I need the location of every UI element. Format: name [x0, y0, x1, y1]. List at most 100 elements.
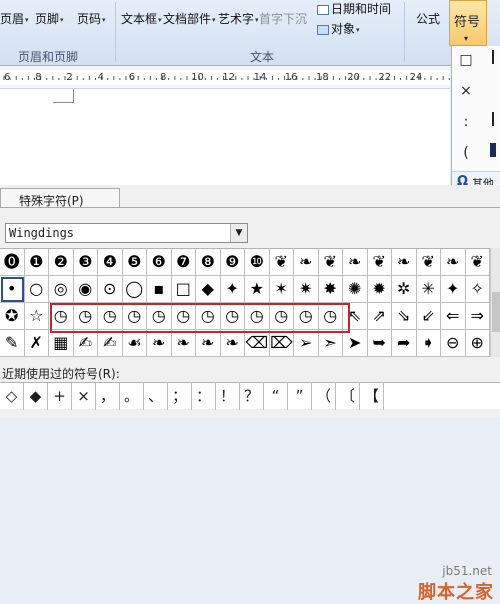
symbol-grid-cell[interactable]: ⊖ [441, 330, 466, 357]
recent-symbol-cell[interactable]: × [72, 383, 96, 410]
symbol-cell[interactable]: : [455, 111, 477, 133]
tab-special-characters[interactable]: 特殊字符(P) [0, 188, 120, 208]
symbol-grid-cell[interactable]: ➧ [416, 330, 441, 357]
recent-symbol-cell[interactable]: ◇ [0, 383, 24, 410]
symbol-grid-cell[interactable]: ❧ [171, 330, 196, 357]
symbol-grid-cell[interactable]: ❦ [367, 249, 392, 276]
recent-symbol-cell[interactable]: ； [168, 383, 192, 410]
recent-symbol-cell[interactable]: （ [312, 383, 336, 410]
horizontal-ruler[interactable]: 6 8 2 4 6 8 10 12 14 16 18 20 22 24 [0, 66, 450, 89]
symbol-grid-cell[interactable]: ◷ [49, 303, 74, 330]
symbol-grid-cell[interactable]: ✦ [220, 276, 245, 303]
recent-symbol-cell[interactable]: “ [264, 383, 288, 410]
symbol-grid-cell[interactable]: ◷ [318, 303, 343, 330]
symbol-grid-cell[interactable]: ◷ [269, 303, 294, 330]
symbol-grid-cell[interactable]: ➣ [318, 330, 343, 357]
symbol-cell[interactable]: ( [455, 142, 477, 164]
document-parts-button[interactable]: 文档部件▾ [163, 10, 216, 27]
symbol-cell[interactable]: □ [455, 49, 477, 71]
recent-symbol-cell[interactable]: ， [96, 383, 120, 410]
symbol-grid-cell[interactable]: ❶ [24, 249, 49, 276]
symbol-grid-cell[interactable]: ✸ [318, 276, 343, 303]
symbol-grid-cell[interactable]: ◷ [73, 303, 98, 330]
symbol-cell[interactable]: × [455, 80, 477, 102]
symbol-cell[interactable] [482, 111, 500, 133]
symbol-grid-cell[interactable]: ✧ [465, 276, 490, 303]
chevron-down-icon[interactable]: ▼ [230, 224, 247, 242]
symbol-grid-cell[interactable]: ❧ [343, 249, 368, 276]
recent-symbol-cell[interactable]: 。 [120, 383, 144, 410]
symbol-grid-cell[interactable]: ✍ [98, 330, 123, 357]
symbol-grid-cell[interactable]: ❾ [220, 249, 245, 276]
symbol-grid-cell[interactable]: ▪ [147, 276, 172, 303]
symbol-grid-cell[interactable]: ✳ [416, 276, 441, 303]
symbol-grid-cell[interactable]: ⊙ [98, 276, 123, 303]
scrollbar-thumb[interactable] [492, 292, 500, 332]
recent-symbol-cell[interactable]: ” [288, 383, 312, 410]
symbol-grid-cell[interactable]: ◎ [49, 276, 74, 303]
symbol-grid-cell[interactable]: ⇖ [343, 303, 368, 330]
symbol-cell[interactable] [482, 142, 500, 164]
symbol-grid-cell[interactable]: □ [171, 276, 196, 303]
symbol-grid-cell[interactable]: ✪ [0, 303, 25, 330]
symbol-grid-cell[interactable]: ❼ [171, 249, 196, 276]
symbol-grid-cell[interactable]: ✲ [392, 276, 417, 303]
header-button[interactable]: 页眉▾ [0, 10, 29, 27]
symbol-grid-cell[interactable]: ❦ [318, 249, 343, 276]
symbol-grid-cell[interactable]: ➦ [392, 330, 417, 357]
symbol-grid-cell[interactable]: ❹ [98, 249, 123, 276]
symbol-grid-cell[interactable]: ✷ [294, 276, 319, 303]
recent-symbol-cell[interactable]: ！ [216, 383, 240, 410]
symbol-grid-cell[interactable]: ☆ [24, 303, 49, 330]
symbol-grid-cell[interactable]: ❺ [122, 249, 147, 276]
symbol-grid-cell[interactable]: ✎ [0, 330, 25, 357]
symbol-grid-cell[interactable]: ✦ [441, 276, 466, 303]
symbol-grid-cell[interactable]: ✹ [367, 276, 392, 303]
date-time-button[interactable]: 日期和时间 [317, 0, 391, 17]
footer-button[interactable]: 页脚▾ [35, 10, 64, 27]
symbol-button[interactable]: 符号 ▾ [449, 0, 487, 46]
symbol-grid-cell[interactable]: ◷ [171, 303, 196, 330]
symbol-grid-cell[interactable]: ✺ [343, 276, 368, 303]
symbol-grid-cell[interactable]: ○ [24, 276, 49, 303]
symbol-grid-cell[interactable]: ★ [245, 276, 270, 303]
symbol-grid-cell[interactable]: ⌦ [269, 330, 294, 357]
symbol-grid-cell[interactable]: ⇗ [367, 303, 392, 330]
symbol-grid-cell[interactable]: ⇘ [392, 303, 417, 330]
symbol-grid-cell[interactable]: ◷ [220, 303, 245, 330]
symbol-grid-cell[interactable]: ❧ [441, 249, 466, 276]
symbol-grid-cell[interactable]: ◷ [147, 303, 172, 330]
symbol-grid-cell[interactable]: ❷ [49, 249, 74, 276]
symbol-grid-cell[interactable]: ➤ [343, 330, 368, 357]
wordart-button[interactable]: 艺术字▾ [218, 10, 259, 27]
symbol-grid-cell[interactable]: ❿ [245, 249, 270, 276]
symbol-grid-cell[interactable]: ➥ [367, 330, 392, 357]
symbol-grid-cell[interactable]: ❦ [269, 249, 294, 276]
recent-symbol-cell[interactable]: 、 [144, 383, 168, 410]
page-number-button[interactable]: 页码▾ [77, 10, 106, 27]
symbol-grid-cell[interactable]: ❧ [294, 249, 319, 276]
symbol-grid-cell[interactable]: ❦ [465, 249, 490, 276]
object-button[interactable]: 对象▾ [317, 20, 360, 37]
symbol-grid-cell[interactable]: ➢ [294, 330, 319, 357]
recent-symbol-cell[interactable]: ？ [240, 383, 264, 410]
recent-symbol-cell[interactable]: + [48, 383, 72, 410]
equation-button[interactable]: 公式 [416, 10, 440, 27]
symbol-grid-cell[interactable]: ◷ [196, 303, 221, 330]
symbol-grid-cell[interactable]: ⇒ [465, 303, 490, 330]
symbol-grid-cell[interactable]: ⇙ [416, 303, 441, 330]
symbol-grid-cell[interactable]: ❻ [147, 249, 172, 276]
symbol-grid-scrollbar[interactable] [490, 248, 500, 357]
recent-symbol-cell[interactable]: ： [192, 383, 216, 410]
symbol-grid-cell[interactable]: ❦ [416, 249, 441, 276]
symbol-cell[interactable] [482, 49, 500, 71]
symbol-grid-cell[interactable]: ◷ [98, 303, 123, 330]
symbol-grid-cell[interactable]: • [0, 276, 25, 303]
symbol-grid-cell[interactable]: ◷ [294, 303, 319, 330]
symbol-grid-cell[interactable]: ⇐ [441, 303, 466, 330]
recent-symbol-cell[interactable]: 〔 [336, 383, 360, 410]
symbol-grid-cell[interactable]: ◯ [122, 276, 147, 303]
symbol-grid-cell[interactable]: ❽ [196, 249, 221, 276]
symbol-grid-cell[interactable]: ✗ [24, 330, 49, 357]
symbol-grid-cell[interactable]: ❸ [73, 249, 98, 276]
